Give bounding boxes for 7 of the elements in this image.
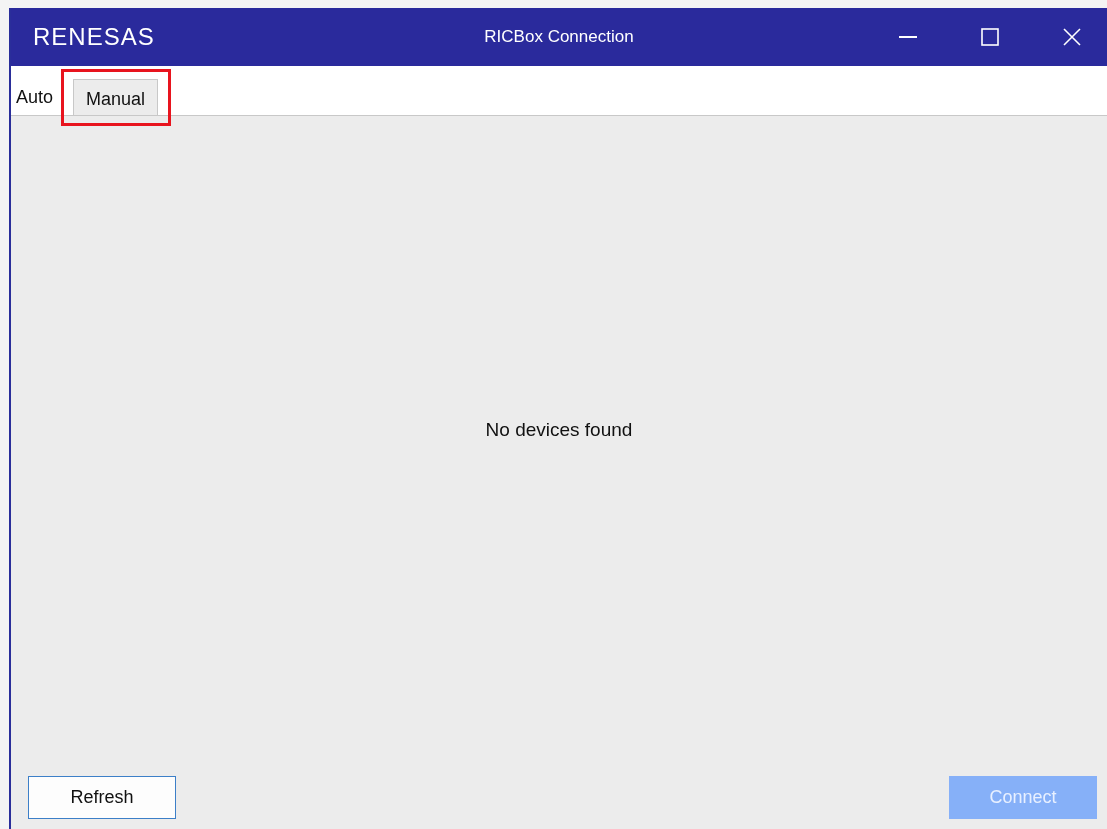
dialog-button[interactable]: Refresh bbox=[28, 776, 176, 819]
tab[interactable]: Manual bbox=[73, 79, 159, 115]
maximize-icon[interactable] bbox=[981, 28, 999, 46]
window-title: RICBox Connection bbox=[484, 27, 634, 47]
close-icon[interactable] bbox=[1063, 28, 1081, 46]
status-message: No devices found bbox=[485, 419, 633, 441]
logo: RENESAS bbox=[33, 23, 155, 51]
